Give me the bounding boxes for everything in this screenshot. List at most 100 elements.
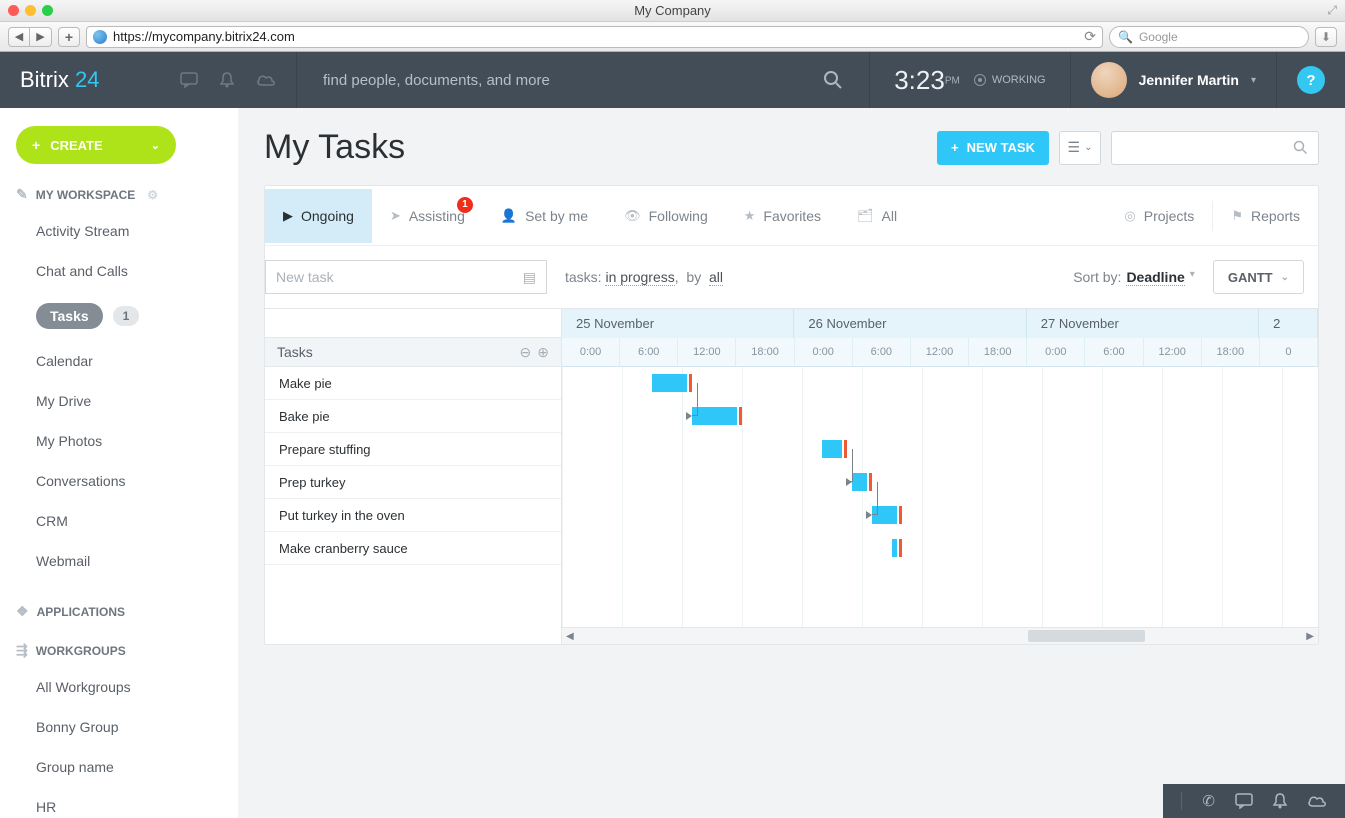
task-row[interactable]: Prep turkey — [265, 466, 561, 499]
search-engine-icon: 🔍 — [1118, 30, 1133, 44]
forward-button[interactable]: ▶ — [30, 27, 52, 47]
gantt-bar[interactable] — [692, 407, 737, 425]
messages-icon[interactable] — [180, 72, 198, 88]
applications-header[interactable]: ❖ APPLICATIONS — [16, 603, 222, 620]
close-window-icon[interactable] — [8, 5, 19, 16]
working-dot-icon — [974, 74, 986, 86]
brand-logo[interactable]: Bitrix 24 — [0, 67, 160, 93]
gantt-bar[interactable] — [852, 473, 867, 491]
sidebar-item-all-workgroups[interactable]: All Workgroups — [16, 667, 222, 707]
sort-by[interactable]: Sort by: Deadline ▾ — [1073, 269, 1195, 286]
tab-assisting[interactable]: ➤ Assisting 1 — [372, 189, 483, 243]
gantt-bar[interactable] — [652, 374, 687, 392]
task-row[interactable]: Prepare stuffing — [265, 433, 561, 466]
zoom-in-icon[interactable]: ⊕ — [537, 344, 549, 361]
sidebar-item-group-name[interactable]: Group name — [16, 747, 222, 787]
sidebar-item-calendar[interactable]: Calendar — [16, 341, 222, 381]
clock-area[interactable]: 3:23PM WORKING — [870, 52, 1070, 108]
tab-projects[interactable]: ◎ Projects — [1106, 189, 1212, 243]
tab-all[interactable]: 🗂 All — [839, 189, 915, 243]
sidebar-item-conversations[interactable]: Conversations — [16, 461, 222, 501]
sidebar-item-my-drive[interactable]: My Drive — [16, 381, 222, 421]
task-row[interactable]: Bake pie — [265, 400, 561, 433]
bell-icon[interactable] — [1273, 793, 1287, 809]
global-search[interactable]: find people, documents, and more — [297, 52, 870, 108]
sidebar-item-my-photos[interactable]: My Photos — [16, 421, 222, 461]
new-task-button[interactable]: + NEW TASK — [937, 131, 1049, 165]
working-status[interactable]: WORKING — [974, 74, 1046, 86]
tab-ongoing[interactable]: ▶ Ongoing — [265, 189, 372, 243]
expand-icon[interactable]: ⤢ — [1327, 3, 1337, 18]
tab-setbyme[interactable]: 👤 Set by me — [483, 189, 606, 243]
day-header-cell: 26 November — [794, 309, 1026, 338]
plus-icon: + — [951, 140, 959, 155]
scroll-right-icon[interactable]: ▶ — [1306, 631, 1314, 642]
view-mode-button[interactable]: GANTT ⌄ — [1213, 260, 1304, 294]
list-options-button[interactable]: ☰ ⌄ — [1059, 131, 1101, 165]
tab-favorites[interactable]: ★ Favorites — [726, 189, 839, 243]
help-button[interactable]: ? — [1297, 66, 1325, 94]
sidebar-item-chat-and-calls[interactable]: Chat and Calls — [16, 251, 222, 291]
notifications-icon[interactable] — [220, 72, 234, 88]
tasks-filter[interactable]: tasks: in progress, by all — [565, 269, 723, 285]
tasks-column-header: Tasks — [277, 344, 313, 360]
scrollbar-thumb[interactable] — [1028, 630, 1145, 642]
tab-following[interactable]: 👁 Following — [606, 189, 726, 243]
gantt-bar[interactable] — [892, 539, 897, 557]
url-bar[interactable]: https://mycompany.bitrix24.com ⟳ — [86, 26, 1103, 48]
reload-icon[interactable]: ⟳ — [1084, 28, 1096, 45]
gantt-bar[interactable] — [822, 440, 842, 458]
cloud-icon[interactable] — [1307, 794, 1327, 808]
tab-reports[interactable]: ⚑ Reports — [1213, 189, 1318, 243]
horizontal-scrollbar[interactable]: ◀ ▶ — [562, 627, 1318, 644]
hour-cell: 6:00 — [1085, 338, 1143, 366]
minimize-window-icon[interactable] — [25, 5, 36, 16]
sidebar-item-crm[interactable]: CRM — [16, 501, 222, 541]
workspace-header[interactable]: ✎ MY WORKSPACE ⚙ — [16, 186, 222, 203]
user-menu[interactable]: Jennifer Martin ▾ — [1071, 52, 1277, 108]
downloads-button[interactable]: ⬇ — [1315, 27, 1337, 47]
hour-cell: 12:00 — [911, 338, 969, 366]
task-row[interactable]: Put turkey in the oven — [265, 499, 561, 532]
filter-row: New task ▤ tasks: in progress, by all So… — [265, 246, 1318, 308]
maximize-window-icon[interactable] — [42, 5, 53, 16]
chat-icon[interactable] — [1235, 793, 1253, 809]
create-button[interactable]: + CREATE ⌄ — [16, 126, 176, 164]
hour-cell: 18:00 — [1202, 338, 1260, 366]
gantt-bar-deadline — [899, 539, 902, 557]
new-task-input[interactable]: New task ▤ — [265, 260, 547, 294]
chevron-down-icon: ⌄ — [1084, 142, 1092, 153]
sidebar: + CREATE ⌄ ✎ MY WORKSPACE ⚙ Activity Str… — [0, 108, 238, 818]
sidebar-item-activity-stream[interactable]: Activity Stream — [16, 211, 222, 251]
phone-icon[interactable]: ✆ — [1202, 792, 1215, 810]
chevron-down-icon: ▾ — [1251, 75, 1256, 86]
url-text: https://mycompany.bitrix24.com — [113, 29, 295, 44]
form-icon[interactable]: ▤ — [523, 269, 536, 286]
inbox-icon: 🗂 — [857, 208, 874, 224]
sidebar-item-hr[interactable]: HR — [16, 787, 222, 818]
scroll-left-icon[interactable]: ◀ — [566, 631, 574, 642]
workgroups-header[interactable]: ⇶ WORKGROUPS — [16, 642, 222, 659]
cloud-icon[interactable] — [256, 73, 276, 87]
mac-titlebar: My Company ⤢ — [0, 0, 1345, 22]
search-placeholder: find people, documents, and more — [323, 72, 550, 89]
sidebar-item-bonny-group[interactable]: Bonny Group — [16, 707, 222, 747]
task-search[interactable] — [1111, 131, 1319, 165]
search-icon — [823, 70, 843, 90]
list-icon: ☰ — [1068, 139, 1081, 156]
sidebar-item-tasks[interactable]: Tasks1 — [16, 291, 222, 341]
sidebar-item-webmail[interactable]: Webmail — [16, 541, 222, 581]
clock-time: 3:23 — [894, 65, 945, 95]
main-content: My Tasks + NEW TASK ☰ ⌄ — [238, 108, 1345, 818]
task-row[interactable]: Make pie — [265, 367, 561, 400]
play-icon: ▶ — [283, 208, 293, 224]
add-bookmark-button[interactable]: + — [58, 27, 80, 47]
browser-search[interactable]: 🔍 Google — [1109, 26, 1309, 48]
task-row[interactable]: Make cranberry sauce — [265, 532, 561, 565]
zoom-out-icon[interactable]: ⊖ — [520, 344, 532, 361]
gear-icon[interactable]: ⚙ — [147, 188, 158, 202]
back-button[interactable]: ◀ — [8, 27, 30, 47]
chevron-down-icon: ⌄ — [151, 139, 160, 152]
chevron-down-icon: ⌄ — [1281, 272, 1289, 283]
task-tabs: ▶ Ongoing ➤ Assisting 1 👤 Set by me 👁 Fo… — [265, 186, 1318, 246]
